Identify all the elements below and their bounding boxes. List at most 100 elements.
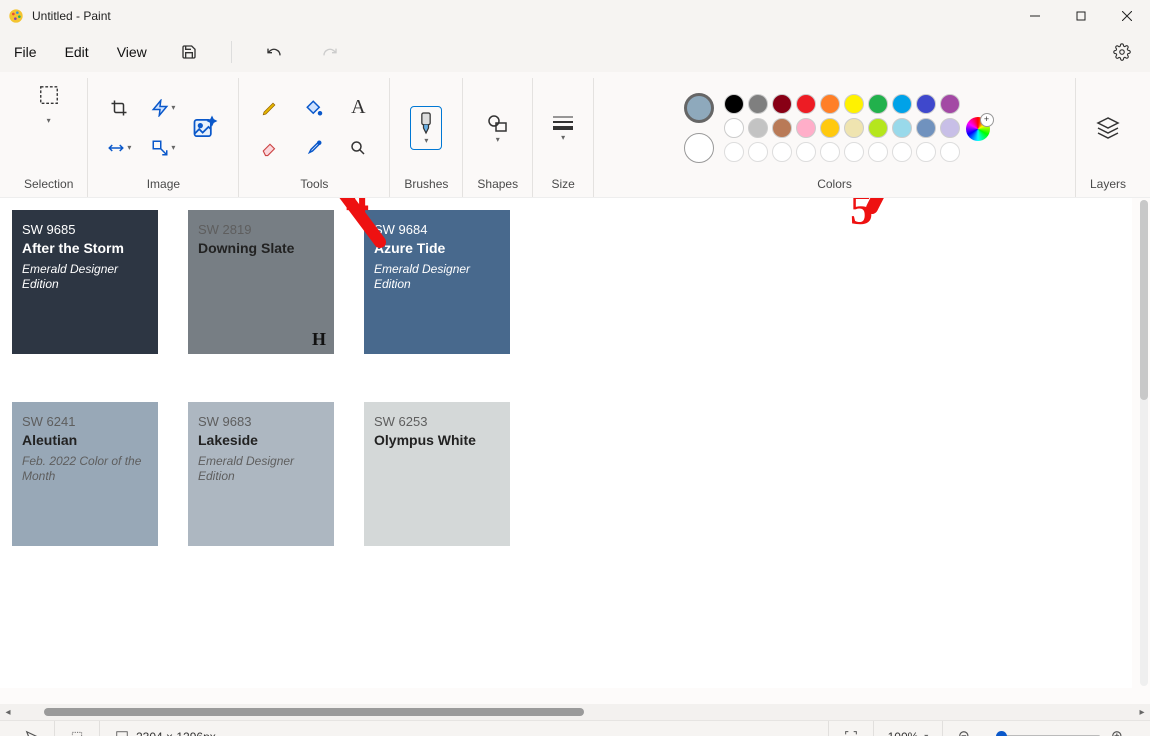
chevron-down-icon[interactable]: ▾ [47, 116, 51, 125]
palette-row-2 [724, 118, 960, 138]
horizontal-scrollbar[interactable]: ◂ ▸ [0, 704, 1150, 720]
settings-icon[interactable] [1108, 38, 1136, 66]
titlebar: Untitled - Paint [0, 0, 1150, 32]
color-swatch[interactable] [724, 118, 744, 138]
color-swatch[interactable] [940, 118, 960, 138]
color-swatch[interactable] [772, 142, 792, 162]
swatch-code: SW 9685 [22, 222, 148, 238]
color-swatch[interactable] [868, 142, 888, 162]
group-label: Selection [24, 177, 73, 197]
color-swatch[interactable] [868, 118, 888, 138]
menu-view[interactable]: View [117, 44, 147, 60]
zoom-dropdown[interactable]: 100% ▾ [873, 721, 943, 736]
paint-swatch-card: SW 6241 Aleutian Feb. 2022 Color of the … [12, 402, 158, 546]
color-swatch[interactable] [748, 142, 768, 162]
color-swatch[interactable] [916, 94, 936, 114]
color-swatch[interactable] [868, 94, 888, 114]
color-swatch[interactable] [820, 94, 840, 114]
color-swatch[interactable] [892, 118, 912, 138]
vertical-scroll-thumb[interactable] [1140, 200, 1148, 400]
brush-tool[interactable]: ▾ [410, 106, 442, 150]
save-icon[interactable] [175, 38, 203, 66]
window-title: Untitled - Paint [32, 9, 111, 23]
ribbon: ▾ Selection ▾ ▾ ▾ Image A [0, 72, 1150, 198]
swatch-subtitle: Emerald Designer Edition [374, 262, 500, 292]
close-button[interactable] [1104, 0, 1150, 32]
group-shapes: ▾ Shapes [463, 78, 533, 197]
menu-edit[interactable]: Edit [65, 44, 89, 60]
canvas[interactable]: SW 9685 After the Storm Emerald Designer… [0, 198, 1132, 688]
color-swatch[interactable] [772, 118, 792, 138]
paint-swatch-card: SW 2819 Downing Slate H [188, 210, 334, 354]
magnifier-tool[interactable] [341, 131, 375, 165]
minimize-button[interactable] [1012, 0, 1058, 32]
fit-to-window[interactable] [828, 721, 873, 736]
group-size: ▾ Size [533, 78, 594, 197]
group-label: Tools [300, 177, 328, 197]
color-swatch[interactable] [916, 118, 936, 138]
maximize-button[interactable] [1058, 0, 1104, 32]
palette-row-1 [724, 94, 960, 114]
color-swatch[interactable] [748, 118, 768, 138]
swatch-name: Azure Tide [374, 240, 500, 258]
cursor-pos-icon [24, 729, 40, 736]
color-swatch[interactable] [796, 94, 816, 114]
color-primary[interactable] [684, 93, 714, 123]
selection-size-icon [69, 729, 85, 736]
shapes-tool[interactable]: ▾ [482, 106, 514, 150]
swatch-subtitle: Emerald Designer Edition [198, 454, 324, 484]
color-swatch[interactable] [724, 94, 744, 114]
color-swatch[interactable] [748, 94, 768, 114]
zoom-value: 100% [888, 730, 919, 736]
menubar: File Edit View [0, 32, 1150, 72]
color-swatch[interactable] [892, 142, 912, 162]
color-swatch[interactable] [772, 94, 792, 114]
swatch-code: SW 6253 [374, 414, 500, 430]
zoom-in-icon[interactable] [1110, 729, 1126, 736]
scroll-left-arrow[interactable]: ◂ [0, 707, 16, 718]
eraser-tool[interactable] [253, 131, 287, 165]
fill-tool[interactable] [297, 91, 331, 125]
color-secondary[interactable] [684, 133, 714, 163]
color-swatch[interactable] [820, 118, 840, 138]
color-swatch[interactable] [796, 118, 816, 138]
group-label: Layers [1090, 177, 1126, 197]
redo-icon[interactable] [316, 38, 344, 66]
size-tool[interactable]: ▾ [547, 106, 579, 150]
undo-icon[interactable] [260, 38, 288, 66]
flip-tool[interactable]: ▾ [102, 131, 136, 165]
color-swatch[interactable] [820, 142, 840, 162]
group-label: Size [551, 177, 574, 197]
scroll-right-arrow[interactable]: ▸ [1134, 707, 1150, 718]
color-picker-tool[interactable] [297, 131, 331, 165]
color-swatch[interactable] [916, 142, 936, 162]
layers-button[interactable] [1091, 111, 1125, 145]
pencil-tool[interactable] [253, 91, 287, 125]
color-swatch[interactable] [724, 142, 744, 162]
group-label: Image [147, 177, 180, 197]
horizontal-scroll-thumb[interactable] [44, 708, 584, 716]
color-swatch[interactable] [844, 118, 864, 138]
image-ai-tool[interactable] [186, 103, 224, 153]
canvas-dimensions: 2304 × 1296px [136, 730, 216, 736]
zoom-out-icon[interactable] [957, 729, 973, 736]
color-swatch[interactable] [844, 142, 864, 162]
select-tool[interactable] [32, 78, 66, 112]
group-label: Shapes [477, 177, 518, 197]
edit-colors-button[interactable] [966, 117, 990, 141]
swatch-code: SW 6241 [22, 414, 148, 430]
menu-file[interactable]: File [14, 44, 37, 60]
color-swatch[interactable] [940, 94, 960, 114]
paint-swatch-card: SW 9685 After the Storm Emerald Designer… [12, 210, 158, 354]
color-swatch[interactable] [892, 94, 912, 114]
color-swatch[interactable] [940, 142, 960, 162]
resize-tool[interactable]: ▾ [146, 131, 180, 165]
text-tool[interactable]: A [341, 91, 375, 125]
rotate-tool[interactable]: ▾ [146, 91, 180, 125]
group-colors: Colors [594, 78, 1076, 197]
color-swatch[interactable] [844, 94, 864, 114]
crop-tool[interactable] [102, 91, 136, 125]
swatch-subtitle: Feb. 2022 Color of the Month [22, 454, 148, 484]
color-swatch[interactable] [796, 142, 816, 162]
palette-row-3 [724, 142, 960, 162]
